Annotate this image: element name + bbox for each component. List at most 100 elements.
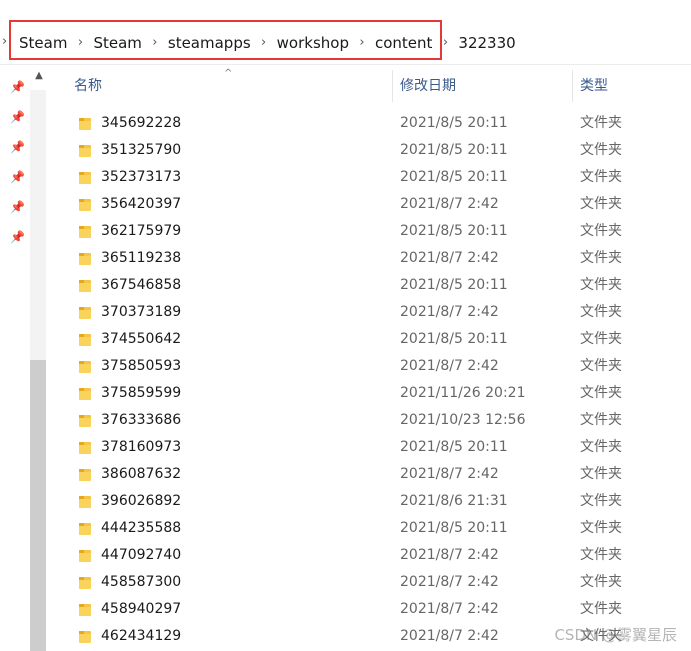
file-name: 396026892	[101, 493, 182, 509]
file-name: 378160973	[101, 439, 182, 455]
file-type: 文件夹	[580, 331, 622, 347]
file-modified-date: 2021/8/5 20:11	[400, 520, 508, 536]
file-modified-date: 2021/8/5 20:11	[400, 439, 508, 455]
list-item[interactable]: 374550642 2021/8/5 20:11 文件夹	[56, 326, 691, 353]
list-item[interactable]: 444235588 2021/8/5 20:11 文件夹	[56, 515, 691, 542]
folder-icon	[79, 226, 91, 238]
folder-icon	[79, 334, 91, 346]
breadcrumb-item-content[interactable]: content	[365, 22, 442, 64]
list-item[interactable]: 370373189 2021/8/7 2:42 文件夹	[56, 299, 691, 326]
scrollbar-thumb[interactable]	[30, 360, 46, 651]
column-header-type[interactable]: 类型	[580, 66, 690, 106]
address-bar[interactable]: › Steam › Steam › steamapps › workshop ›…	[0, 22, 691, 65]
file-type: 文件夹	[580, 385, 622, 401]
file-modified-date: 2021/8/5 20:11	[400, 115, 508, 131]
file-type: 文件夹	[580, 196, 622, 212]
file-modified-date: 2021/8/7 2:42	[400, 358, 499, 374]
folder-icon	[79, 604, 91, 616]
folder-icon	[79, 280, 91, 292]
quick-access-pins: 📌 📌 📌 📌 📌 📌	[0, 66, 28, 651]
folder-icon	[79, 388, 91, 400]
file-type: 文件夹	[580, 223, 622, 239]
file-list: 345692228 2021/8/5 20:11 文件夹 351325790 2…	[56, 110, 691, 650]
list-item[interactable]: 386087632 2021/8/7 2:42 文件夹	[56, 461, 691, 488]
list-item[interactable]: 378160973 2021/8/5 20:11 文件夹	[56, 434, 691, 461]
breadcrumb-item-steam-2[interactable]: Steam	[83, 22, 151, 64]
scrollbar-track[interactable]	[30, 90, 46, 360]
list-item[interactable]: 345692228 2021/8/5 20:11 文件夹	[56, 110, 691, 137]
folder-icon	[79, 523, 91, 535]
file-type: 文件夹	[580, 169, 622, 185]
pin-icon[interactable]: 📌	[10, 200, 25, 214]
file-type: 文件夹	[580, 358, 622, 374]
pin-icon[interactable]: 📌	[10, 140, 25, 154]
breadcrumb-item-steam-1[interactable]: Steam	[9, 22, 77, 64]
pin-icon[interactable]: 📌	[10, 170, 25, 184]
column-divider[interactable]	[392, 70, 393, 102]
file-type: 文件夹	[580, 250, 622, 266]
file-type: 文件夹	[580, 142, 622, 158]
file-modified-date: 2021/8/5 20:11	[400, 169, 508, 185]
column-divider[interactable]	[572, 70, 573, 102]
file-type: 文件夹	[580, 547, 622, 563]
file-type: 文件夹	[580, 520, 622, 536]
file-modified-date: 2021/8/6 21:31	[400, 493, 508, 509]
list-item[interactable]: 375859599 2021/11/26 20:21 文件夹	[56, 380, 691, 407]
file-name: 345692228	[101, 115, 182, 131]
file-name: 375859599	[101, 385, 182, 401]
file-name: 444235588	[101, 520, 182, 536]
file-name: 386087632	[101, 466, 182, 482]
file-name: 462434129	[101, 628, 182, 644]
list-item[interactable]: 367546858 2021/8/5 20:11 文件夹	[56, 272, 691, 299]
folder-icon	[79, 415, 91, 427]
list-item[interactable]: 376333686 2021/10/23 12:56 文件夹	[56, 407, 691, 434]
column-header-name[interactable]: 名称	[74, 66, 392, 106]
list-item[interactable]: 362175979 2021/8/5 20:11 文件夹	[56, 218, 691, 245]
file-modified-date: 2021/8/7 2:42	[400, 250, 499, 266]
folder-icon	[79, 631, 91, 643]
breadcrumb-item-steamapps[interactable]: steamapps	[158, 22, 261, 64]
list-item[interactable]: 447092740 2021/8/7 2:42 文件夹	[56, 542, 691, 569]
file-modified-date: 2021/8/7 2:42	[400, 574, 499, 590]
file-modified-date: 2021/11/26 20:21	[400, 385, 526, 401]
file-name: 374550642	[101, 331, 182, 347]
file-type: 文件夹	[580, 115, 622, 131]
list-item[interactable]: 458940297 2021/8/7 2:42 文件夹	[56, 596, 691, 623]
file-type: 文件夹	[580, 277, 622, 293]
pin-icon[interactable]: 📌	[10, 230, 25, 244]
folder-icon	[79, 118, 91, 130]
file-name: 362175979	[101, 223, 182, 239]
folder-icon	[79, 307, 91, 319]
folder-icon	[79, 172, 91, 184]
file-modified-date: 2021/10/23 12:56	[400, 412, 526, 428]
file-name: 458940297	[101, 601, 182, 617]
column-header: ^ 名称 修改日期 类型	[56, 66, 691, 106]
file-type: 文件夹	[580, 601, 622, 617]
folder-icon	[79, 361, 91, 373]
breadcrumb-item-workshop[interactable]: workshop	[267, 22, 359, 64]
list-item[interactable]: 375850593 2021/8/7 2:42 文件夹	[56, 353, 691, 380]
file-name: 447092740	[101, 547, 182, 563]
folder-icon	[79, 253, 91, 265]
file-type: 文件夹	[580, 439, 622, 455]
watermark: CSDN @雾翼星辰	[554, 626, 677, 644]
breadcrumb: Steam › Steam › steamapps › workshop › c…	[9, 22, 526, 64]
list-item[interactable]: 356420397 2021/8/7 2:42 文件夹	[56, 191, 691, 218]
list-item[interactable]: 352373173 2021/8/5 20:11 文件夹	[56, 164, 691, 191]
file-modified-date: 2021/8/7 2:42	[400, 304, 499, 320]
list-item[interactable]: 458587300 2021/8/7 2:42 文件夹	[56, 569, 691, 596]
file-type: 文件夹	[580, 493, 622, 509]
column-header-date[interactable]: 修改日期	[400, 66, 570, 106]
list-item[interactable]: 351325790 2021/8/5 20:11 文件夹	[56, 137, 691, 164]
folder-icon	[79, 577, 91, 589]
breadcrumb-item-current[interactable]: 322330	[448, 22, 525, 64]
list-item[interactable]: 396026892 2021/8/6 21:31 文件夹	[56, 488, 691, 515]
pin-icon[interactable]: 📌	[10, 80, 25, 94]
folder-icon	[79, 199, 91, 211]
file-name: 458587300	[101, 574, 182, 590]
pin-icon[interactable]: 📌	[10, 110, 25, 124]
list-item[interactable]: 365119238 2021/8/7 2:42 文件夹	[56, 245, 691, 272]
scroll-up-icon[interactable]: ▲	[33, 70, 45, 82]
file-type: 文件夹	[580, 412, 622, 428]
file-modified-date: 2021/8/7 2:42	[400, 196, 499, 212]
